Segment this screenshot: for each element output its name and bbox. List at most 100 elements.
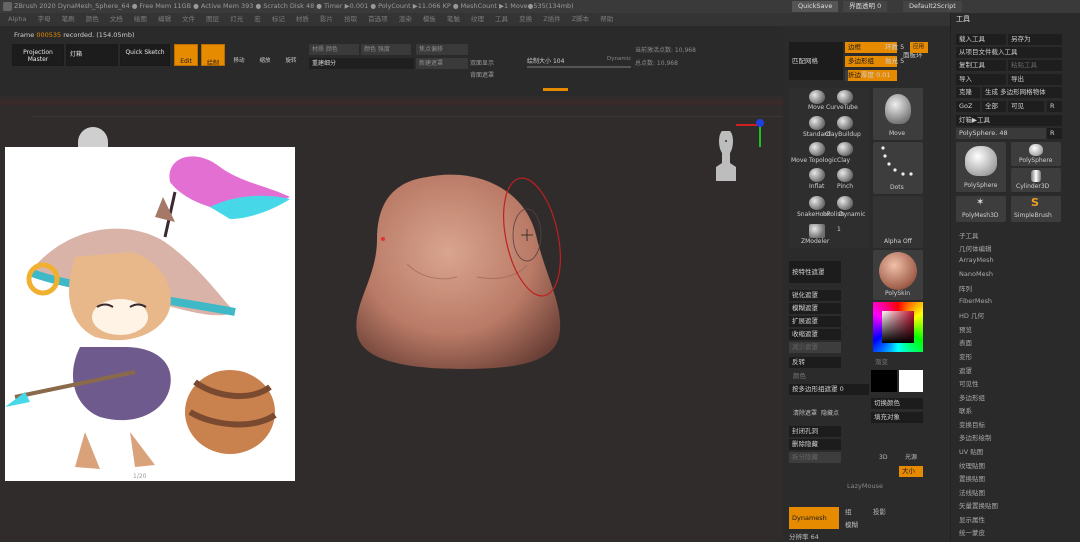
mask-item[interactable]: 收缩遮罩	[789, 329, 841, 340]
tool-section[interactable]: 置换贴图	[959, 473, 985, 483]
menu-item[interactable]: 模板	[423, 15, 436, 23]
menu-item[interactable]: 绘图	[134, 15, 147, 23]
menu-item[interactable]: 图层	[206, 15, 219, 23]
tool-section[interactable]: HD 几何	[959, 310, 984, 320]
move-brush-icon[interactable]	[809, 90, 825, 104]
menu-item[interactable]: 文件	[182, 15, 195, 23]
color-picker[interactable]	[873, 302, 923, 352]
current-brush-thumb[interactable]: Move	[873, 88, 923, 140]
smooth-field[interactable]: 新建遮罩	[416, 58, 468, 69]
tool-section[interactable]: 矢量置换贴图	[959, 500, 998, 510]
menu-item[interactable]: 帮助	[600, 15, 613, 23]
draw-size-slider[interactable]: 绘制大小 104	[527, 56, 564, 65]
menu-item[interactable]: 工具	[495, 15, 508, 23]
tool-section[interactable]: 多边形组	[959, 392, 985, 402]
save-as-button[interactable]: 另存为	[1008, 34, 1062, 45]
groups-toggle[interactable]: 组	[845, 507, 852, 518]
polish-slider[interactable]: 抛光 5	[885, 56, 915, 67]
delete-hidden-button[interactable]: 删除隐藏	[789, 439, 841, 450]
color-square[interactable]	[882, 311, 914, 343]
cylinder3d-thumb[interactable]: Cylinder3D	[1011, 168, 1061, 192]
menu-item[interactable]: 颜色	[86, 15, 99, 23]
mrgb-field[interactable]: 材质 颜色	[309, 44, 359, 55]
move-topologic-brush-icon[interactable]	[809, 142, 825, 156]
menu-item[interactable]: 编辑	[158, 15, 171, 23]
apply-button[interactable]: 应用	[910, 42, 928, 53]
mask-by-feature-button[interactable]: 按特性遮罩	[789, 261, 841, 283]
menu-item[interactable]: 纹理	[471, 15, 484, 23]
menu-item[interactable]: 文档	[110, 15, 123, 23]
polysphere-slider[interactable]: PolySphere. 48	[956, 128, 1046, 139]
tool-section[interactable]: ArrayMesh	[959, 256, 994, 264]
pinch-brush-icon[interactable]	[837, 168, 853, 182]
stroke-thumb[interactable]: Dots	[873, 142, 923, 194]
mask-item[interactable]: 模糊遮罩	[789, 303, 841, 314]
curvetube-brush-icon[interactable]	[837, 90, 853, 104]
tool-section[interactable]: 表面	[959, 337, 972, 347]
orientation-gizmo-icon[interactable]	[708, 117, 768, 189]
menu-item[interactable]: 笔刷	[62, 15, 75, 23]
scale-mode-button[interactable]: 缩放	[257, 46, 273, 64]
load-from-project-button[interactable]: 从项目文件载入工具	[956, 47, 1062, 58]
edit-button[interactable]: Edit	[174, 44, 198, 66]
lazymouse-label[interactable]: LazyMouse	[847, 481, 883, 492]
focal-shift-field[interactable]: 焦点偏移	[416, 44, 468, 55]
size-button[interactable]: 大小	[899, 466, 923, 477]
subdiv-field[interactable]: 重建细分	[309, 58, 414, 69]
tool-section[interactable]: 联系	[959, 405, 972, 415]
goz-all-button[interactable]: 全部	[982, 101, 1006, 112]
main-color-swatch[interactable]	[899, 370, 923, 392]
secondary-color-swatch[interactable]	[871, 370, 897, 392]
tool-section[interactable]: 子工具	[959, 230, 979, 240]
menu-item[interactable]: 字母	[38, 15, 51, 23]
dynamic-toggle[interactable]: Dynamic	[607, 56, 631, 62]
menu-item[interactable]: 灯光	[230, 15, 243, 23]
make-polymesh-button[interactable]: 生成 多边形网格物体	[982, 87, 1062, 98]
export-button[interactable]: 导出	[1008, 74, 1062, 85]
clear-mask-tool[interactable]: 清除遮罩	[793, 400, 817, 417]
menu-item[interactable]: 标记	[272, 15, 285, 23]
tool-section[interactable]: 阵列	[959, 283, 972, 293]
polysphere-r-button[interactable]: R	[1047, 128, 1062, 139]
fill-object-button[interactable]: 填充对象	[871, 412, 923, 423]
zscript-button[interactable]: Default2Script	[903, 1, 962, 12]
quick-sketch-button[interactable]: Quick Sketch	[120, 44, 170, 66]
menu-item[interactable]: 渲染	[399, 15, 412, 23]
display-field[interactable]: 双面显示	[470, 58, 494, 67]
standard-brush-icon[interactable]	[809, 116, 825, 130]
menu-item[interactable]: 变换	[519, 15, 532, 23]
tool-section[interactable]: 变形	[959, 351, 972, 361]
polymesh3d-thumb[interactable]: ✶ PolyMesh3D	[956, 196, 1006, 222]
menu-item[interactable]: Alpha	[8, 15, 26, 23]
mask-item[interactable]: 减少遮罩	[789, 342, 841, 353]
polysphere-small-thumb[interactable]: PolySphere	[1011, 142, 1061, 166]
thickness-slider[interactable]: 厚度 0.01	[861, 70, 931, 81]
clone-button[interactable]: 克隆	[956, 87, 980, 98]
rgb-field[interactable]: 颜色 强度	[361, 44, 411, 55]
material-thumb[interactable]: PolySkin	[873, 250, 923, 300]
tool-section[interactable]: UV 贴图	[959, 446, 983, 456]
rotate-mode-button[interactable]: 旋转	[283, 46, 299, 64]
goz-visible-button[interactable]: 可见	[1008, 101, 1044, 112]
menu-item[interactable]: Z插件	[543, 15, 560, 23]
tool-section[interactable]: 法线贴图	[959, 487, 985, 497]
tool-section[interactable]: 多边形绘制	[959, 432, 992, 442]
close-holes-button[interactable]: 封闭孔洞	[789, 426, 841, 437]
resolution-slider[interactable]: 分辨率 64	[789, 532, 849, 542]
invert-mask-button[interactable]: 反转	[789, 357, 841, 368]
dynamesh-button[interactable]: Dynamesh	[789, 507, 839, 529]
menu-item[interactable]: 笔触	[447, 15, 460, 23]
match-mesh-button[interactable]: 匹配网格	[789, 42, 843, 80]
transparency-slider[interactable]: 界面透明 0	[843, 1, 888, 12]
paste-tool-button[interactable]: 粘贴工具	[1008, 60, 1062, 71]
menu-item[interactable]: 首选项	[368, 15, 388, 23]
menu-item[interactable]: 影片	[320, 15, 333, 23]
alpha-thumb[interactable]: Alpha Off	[873, 196, 923, 248]
tool-section[interactable]: FiberMesh	[959, 297, 992, 305]
simplebrush-thumb[interactable]: S SimpleBrush	[1011, 196, 1061, 222]
mask-item[interactable]: 锐化遮罩	[789, 290, 841, 301]
menu-item[interactable]: 材质	[296, 15, 309, 23]
tool-section[interactable]: NanoMesh	[959, 270, 993, 278]
light-icon[interactable]: 光源	[905, 440, 923, 461]
zmodeler-brush-icon[interactable]	[809, 224, 825, 238]
